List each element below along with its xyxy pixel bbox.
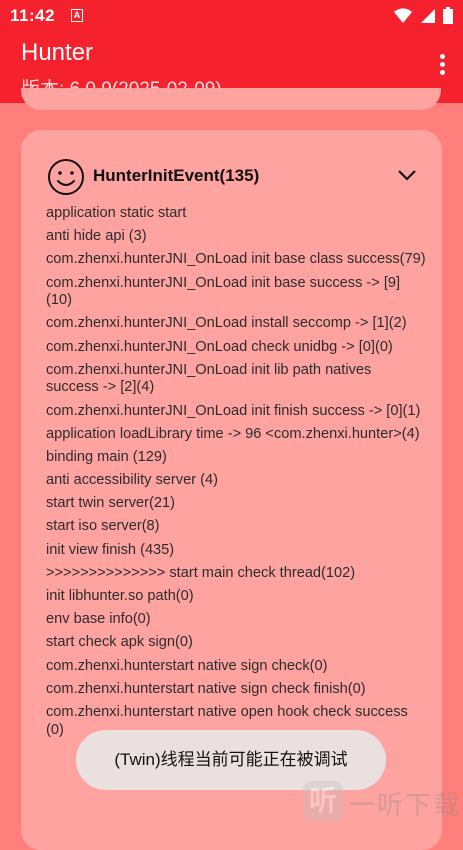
wifi-icon (394, 8, 413, 23)
log-line: application loadLibrary time -> 96 <com.… (46, 425, 420, 442)
log-line: com.zhenxi.hunterJNI_OnLoad check unidbg… (46, 338, 393, 355)
battery-icon (443, 7, 453, 25)
log-line: init libhunter.so path(0) (46, 588, 194, 604)
watermark-logo: 听 (303, 781, 343, 821)
log-line: >>>>>>>>>>>>>> start main check thread(1… (46, 564, 356, 581)
log-line: init view finish (435) (46, 541, 175, 558)
more-options-button[interactable] (435, 54, 449, 80)
smiley-icon (48, 159, 84, 195)
log-line: com.zhenxi.hunterJNI_OnLoad init base su… (46, 274, 401, 309)
log-line: start iso server(8) (46, 518, 160, 535)
card-header[interactable]: HunterInitEvent(135) (47, 158, 417, 195)
more-vert-icon (439, 54, 445, 59)
log-line: env base info(0) (46, 611, 151, 628)
log-line: binding main (129) (46, 448, 167, 465)
log-line: com.zhenxi.hunterJNI_OnLoad install secc… (46, 315, 407, 332)
log-line: application static start (46, 205, 187, 221)
log-line: com.zhenxi.hunterJNI_OnLoad init lib pat… (46, 361, 372, 396)
status-icons (390, 7, 453, 25)
previous-card (21, 88, 441, 110)
log-line: com.zhenxi.hunterstart native sign check… (46, 657, 328, 674)
log-line: com.zhenxi.hunterJNI_OnLoad init finish … (46, 402, 421, 419)
status-bar: 11:42 A (0, 0, 463, 32)
log-line: com.zhenxi.hunterstart native sign check… (46, 680, 366, 697)
notification-a-icon: A (71, 9, 83, 22)
card-title: HunterInitEvent(135) (93, 166, 260, 185)
chevron-down-icon[interactable] (397, 168, 417, 182)
log-line: anti hide api (3) (46, 228, 147, 245)
log-list: application static start anti hide api (… (46, 205, 426, 745)
watermark-text: 一听下载 (349, 790, 462, 820)
log-line: start twin server(21) (46, 495, 175, 512)
status-time: 11:42 (10, 6, 56, 25)
log-line: start check apk sign(0) (46, 634, 193, 651)
log-line: anti accessibility server (4) (46, 472, 218, 489)
app-title: Hunter (21, 39, 94, 66)
watermark: 听 一听下载 (303, 779, 463, 823)
log-line: com.zhenxi.hunterJNI_OnLoad init base cl… (46, 251, 426, 268)
signal-icon (420, 8, 435, 23)
